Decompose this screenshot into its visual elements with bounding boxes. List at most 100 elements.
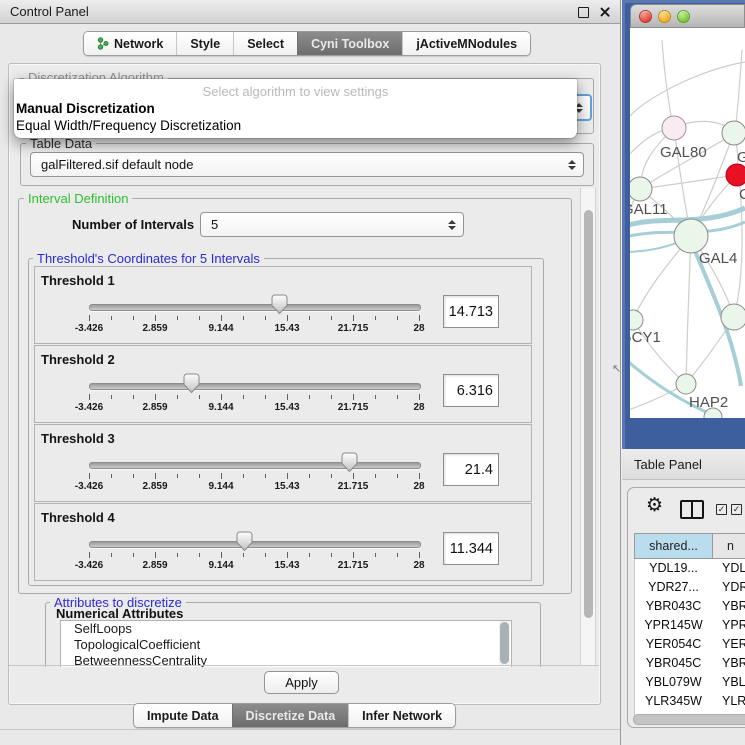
gear-icon[interactable]: ⚙ (646, 496, 663, 515)
network-node-label: GCY1 (630, 329, 661, 346)
cell-name: YER0 (712, 635, 745, 654)
table-header-row: shared... n (634, 533, 745, 559)
slider-tick-label: 28 (413, 323, 424, 334)
tab-network[interactable]: Network (84, 32, 176, 55)
network-node[interactable] (630, 310, 643, 330)
algorithm-dropdown-popup: Select algorithm to view settings Manual… (14, 79, 577, 138)
cell-shared-name: YER054C (635, 635, 712, 654)
network-window-titlebar[interactable] (630, 4, 745, 28)
table-row[interactable]: YDL19...YDL1 (635, 559, 745, 578)
threshold-label: Threshold 3 (41, 431, 115, 446)
attribute-list-item[interactable]: SelfLoops (61, 621, 511, 637)
tab-style[interactable]: Style (176, 32, 233, 55)
table-row[interactable]: YER054CYER0 (635, 635, 745, 654)
slider-thumb[interactable] (236, 531, 253, 557)
cell-name: YDR2 (712, 578, 745, 597)
slider-track[interactable] (89, 304, 421, 311)
table-row[interactable]: YBL079WYBL0 (635, 673, 745, 692)
slider-track[interactable] (89, 383, 421, 390)
slider-tick-label: 15.43 (274, 481, 299, 492)
attributes-list-scrollbar[interactable] (499, 621, 510, 666)
threshold-label: Threshold 2 (41, 352, 115, 367)
table-rows: YDL19...YDL1YDR27...YDR2YBR043CYBR0YPR14… (634, 559, 745, 720)
threshold-value-field[interactable]: 6.316 (443, 374, 499, 407)
network-node[interactable] (726, 164, 745, 186)
cell-name: YBL0 (712, 673, 745, 692)
slider-tick-label: 9.144 (208, 402, 233, 413)
table-panel-titlebar: Table Panel (622, 449, 745, 480)
network-node[interactable] (674, 219, 708, 253)
close-traffic-light-icon[interactable] (639, 10, 652, 23)
network-node[interactable] (721, 304, 745, 330)
column-header-name[interactable]: n (713, 534, 745, 558)
tab-label: Select (247, 37, 284, 51)
table-data-combobox[interactable]: galFiltered.sif default node (30, 152, 584, 177)
float-icon[interactable] (578, 7, 589, 18)
network-canvas[interactable]: GAL80GACGAL11GAL4GCY1HHAP2 (630, 28, 745, 418)
popup-hint: Select algorithm to view settings (14, 84, 577, 99)
tab-select[interactable]: Select (233, 32, 297, 55)
table-row[interactable]: YDR27...YDR2 (635, 578, 745, 597)
slider-tick-label: 28 (413, 481, 424, 492)
tab-cyni-toolbox[interactable]: Cyni Toolbox (297, 32, 402, 55)
threshold-value-field[interactable]: 14.713 (443, 295, 499, 328)
tab-infer-network[interactable]: Infer Network (348, 704, 455, 727)
network-node-label: GAL80 (660, 144, 707, 161)
table-row[interactable]: YPR145WYPR1 (635, 616, 745, 635)
popup-item-equal-width-frequency[interactable]: Equal Width/Frequency Discretization (16, 118, 241, 133)
slider-tick-label: 28 (413, 560, 424, 571)
table-row[interactable]: YBR045CYBR0 (635, 654, 745, 673)
apply-button[interactable]: Apply (264, 671, 339, 694)
tab-impute-data[interactable]: Impute Data (134, 704, 232, 727)
control-panel-scrollbar-thumb[interactable] (584, 210, 593, 618)
number-of-intervals-value: 5 (211, 217, 218, 232)
slider-tick-label: 21.715 (338, 481, 369, 492)
slider-tick-label: 21.715 (338, 560, 369, 571)
slider-thumb[interactable] (271, 294, 288, 320)
slider-tick-label: 2.859 (142, 323, 167, 334)
cell-shared-name: YDL19... (635, 559, 712, 578)
tab-jactivemnodules[interactable]: jActiveMNodules (402, 32, 530, 55)
table-horizontal-scrollbar[interactable] (633, 714, 745, 725)
cell-name: YLR3 (712, 692, 745, 711)
threshold-value-field[interactable]: 21.4 (443, 453, 499, 486)
table-row[interactable]: YLR345WYLR3 (635, 692, 745, 711)
threshold-stack: Threshold 1-3.4262.8599.14415.4321.71528… (34, 266, 532, 582)
split-columns-icon[interactable] (680, 500, 704, 519)
close-icon[interactable] (599, 6, 611, 18)
zoom-traffic-light-icon[interactable] (677, 10, 690, 23)
tab-discretize-data[interactable]: Discretize Data (232, 704, 349, 727)
bottom-separator (0, 729, 620, 730)
slider-thumb[interactable] (183, 373, 200, 399)
slider-track[interactable] (89, 462, 421, 469)
bottom-tab-bar: Impute DataDiscretize DataInfer Network (133, 703, 456, 728)
slider-tick-label: 21.715 (338, 323, 369, 334)
network-node[interactable] (722, 121, 745, 145)
network-node[interactable] (676, 374, 696, 394)
numerical-attributes-list[interactable]: SelfLoopsTopologicalCoefficientBetweenne… (60, 620, 512, 667)
attribute-list-item[interactable]: TopologicalCoefficient (61, 637, 511, 653)
network-node[interactable] (630, 177, 652, 201)
threshold-value-field[interactable]: 11.344 (443, 532, 499, 565)
slider-thumb[interactable] (341, 452, 358, 478)
control-panel-title: Control Panel (10, 4, 89, 19)
slider-tick-label: -3.426 (75, 323, 103, 334)
slider-tick-label: 2.859 (142, 481, 167, 492)
slider-tick-label: 9.144 (208, 481, 233, 492)
column-header-shared-name[interactable]: shared... (635, 534, 713, 558)
table-row[interactable]: YBR043CYBR0 (635, 597, 745, 616)
checkbox-checked-icon[interactable]: ✓ (731, 504, 742, 515)
slider-tick-label: 28 (413, 402, 424, 413)
checkbox-checked-icon[interactable]: ✓ (716, 504, 727, 515)
popup-item-manual-discretization[interactable]: Manual Discretization (16, 101, 155, 116)
cell-shared-name: YDR27... (635, 578, 712, 597)
slider-tick-label: 21.715 (338, 402, 369, 413)
cell-name: YBR0 (712, 654, 745, 673)
network-node[interactable] (662, 116, 686, 140)
combobox-stepper-icon (448, 220, 456, 230)
threshold-panel-2: Threshold 2-3.4262.8599.14415.4321.71528… (34, 345, 532, 423)
minimize-traffic-light-icon[interactable] (658, 10, 671, 23)
number-of-intervals-combobox[interactable]: 5 (200, 212, 464, 237)
mouse-cursor-icon: ↖ (612, 362, 621, 375)
slider-track[interactable] (89, 541, 421, 548)
